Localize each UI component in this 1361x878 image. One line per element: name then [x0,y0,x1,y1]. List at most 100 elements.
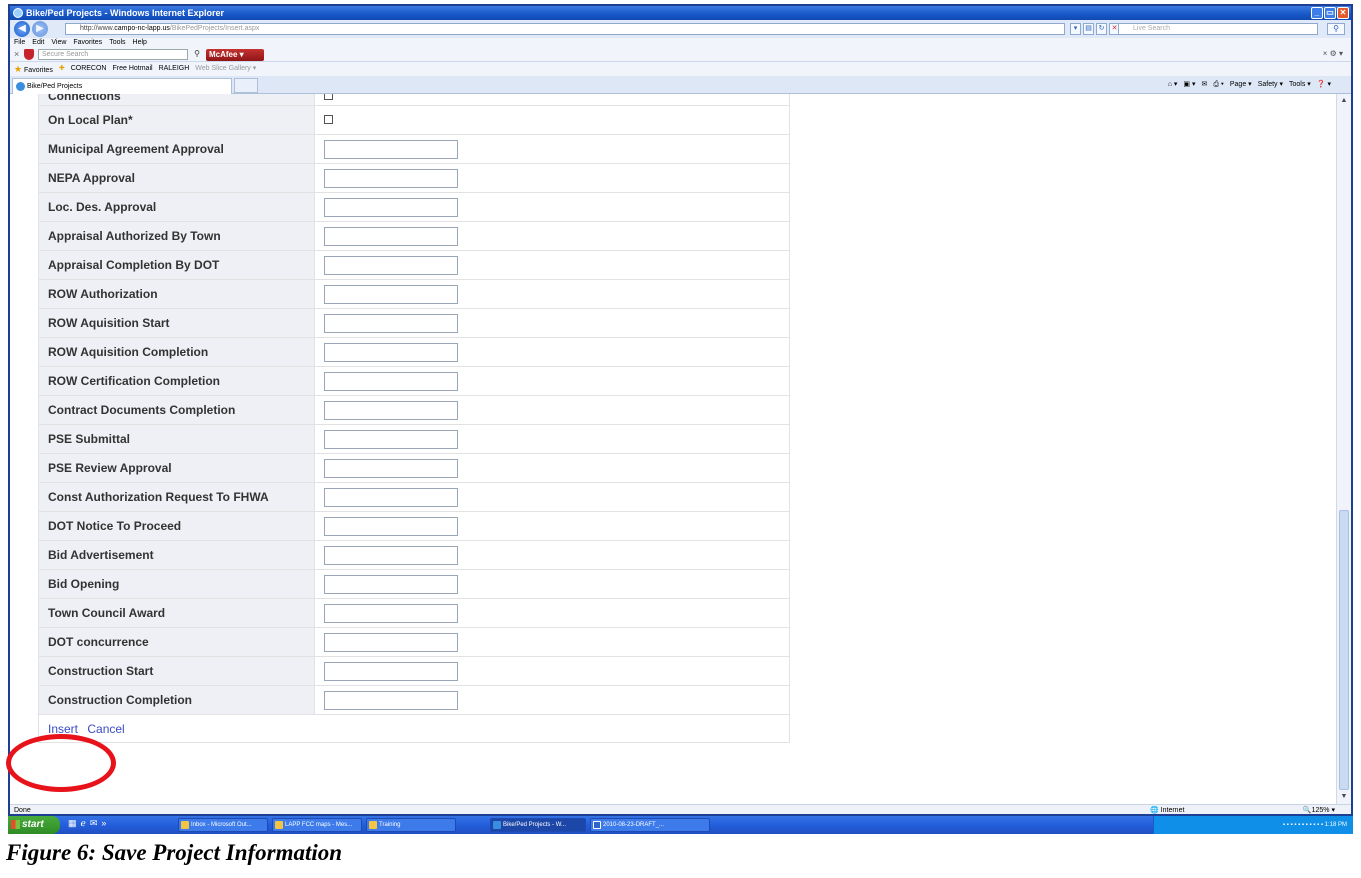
field-cell [313,105,791,135]
mcafee-button[interactable]: McAfee ▾ [206,49,264,61]
mail-icon[interactable]: ✉ [1202,79,1208,91]
search-icon[interactable]: ⚲ [1327,23,1345,35]
close-button[interactable]: ✕ [1337,7,1349,19]
date-input[interactable] [323,313,458,333]
security-zone: 🌐 Internet [1150,805,1184,814]
field-cell [313,540,791,570]
cancel-link[interactable]: Cancel [87,722,124,736]
scroll-down-icon[interactable]: ▼ [1338,791,1350,803]
maximize-button[interactable]: ▭ [1324,7,1336,19]
close-toolbar-icon[interactable]: × [14,49,19,59]
date-input[interactable] [323,371,458,391]
scroll-up-icon[interactable]: ▲ [1338,95,1350,107]
date-input[interactable] [323,168,458,188]
date-input[interactable] [323,226,458,246]
form-row: Contract Documents Completion [38,395,791,425]
new-tab-button[interactable] [234,78,258,93]
favorites-button[interactable]: ★ Favorites [14,62,53,76]
date-input[interactable] [323,458,458,478]
menu-view[interactable]: View [51,38,66,48]
date-input[interactable] [323,603,458,623]
menu-help[interactable]: Help [133,38,147,48]
print-icon[interactable]: ⎙ ▾ [1213,79,1224,91]
on-local-plan-checkbox[interactable] [323,115,333,124]
refresh-icon[interactable]: ↻ [1096,23,1107,35]
date-input[interactable] [323,661,458,681]
desktop-icon[interactable]: ▦ [68,818,77,829]
task-inbox[interactable]: Inbox - Microsoft Out... [178,818,268,832]
expand-icon[interactable]: » [101,818,106,829]
task-bike-ped[interactable]: Bike/Ped Projects - W... [490,818,586,832]
url-path: /BikePedProjects/Insert.aspx [169,25,260,32]
help-icon[interactable]: ❓ ▾ [1317,79,1331,91]
task-draft[interactable]: 2010-08-23-DRAFT_... [590,818,710,832]
date-input[interactable] [323,516,458,536]
form-row: ROW Aquisition Completion [38,337,791,367]
date-input[interactable] [323,574,458,594]
address-bar: ◀ ▶ http://www.campo-nc-lapp.us/BikePedP… [10,20,1351,38]
menu-favorites[interactable]: Favorites [73,38,102,48]
field-cell [313,395,791,425]
status-bar: Done 🌐 Internet 🔍125% ▾ [10,804,1351,814]
field-label: Contract Documents Completion [38,395,315,425]
field-label: PSE Review Approval [38,453,315,483]
connections-checkbox[interactable] [323,94,333,100]
zoom-control[interactable]: 🔍125% ▾ [1303,805,1335,814]
tools-menu[interactable]: Tools ▾ [1289,79,1311,91]
favorite-link-corecon[interactable]: CORECON [71,62,107,76]
home-icon[interactable]: ⌂ ▾ [1168,79,1178,91]
field-label: ROW Certification Completion [38,366,315,396]
date-input[interactable] [323,545,458,565]
search-icon[interactable]: ⚲ [190,49,204,60]
live-search-input[interactable]: Live Search [1118,23,1318,35]
dropdown-icon[interactable]: ▾ [1070,23,1081,35]
date-input[interactable] [323,197,458,217]
page-menu[interactable]: Page ▾ [1230,79,1252,91]
date-input[interactable] [323,690,458,710]
command-bar: ⌂ ▾ ▣ ▾ ✉ ⎙ ▾ Page ▾ Safety ▾ Tools ▾ ❓ … [1168,79,1331,91]
secure-search-input[interactable]: Secure Search [38,49,188,60]
start-button[interactable]: start [8,816,60,834]
back-button[interactable]: ◀ [14,21,30,37]
menu-edit[interactable]: Edit [32,38,44,48]
forward-button[interactable]: ▶ [32,21,48,37]
compat-icon[interactable]: ▤ [1083,23,1094,35]
url-field[interactable]: http://www.campo-nc-lapp.us/BikePedProje… [65,23,1065,35]
favorite-link-raleigh[interactable]: RALEIGH [159,62,190,76]
scroll-thumb[interactable] [1339,510,1349,790]
tray-icons[interactable]: ▪ ▪ ▪ ▪ ▪ ▪ ▪ ▪ ▪ ▪ ▪ [1283,822,1323,828]
date-input[interactable] [323,429,458,449]
outlook-quick-icon[interactable]: ✉ [90,818,98,829]
toolbar-options-icon[interactable]: × ⚙ ▾ [1323,49,1343,58]
date-input[interactable] [323,139,458,159]
task-training[interactable]: Training [366,818,456,832]
feeds-icon[interactable]: ▣ ▾ [1183,79,1195,91]
task-lapp-maps[interactable]: LAPP FCC maps - Mes... [272,818,362,832]
folder-icon [369,821,377,829]
menu-tools[interactable]: Tools [109,38,125,48]
insert-link[interactable]: Insert [48,722,78,736]
field-label: Town Council Award [38,598,315,628]
minimize-button[interactable]: _ [1311,7,1323,19]
date-rows: Municipal Agreement Approval NEPA Approva… [38,134,791,715]
add-favorite-icon[interactable]: ✚ [59,62,65,76]
ie-quick-icon[interactable]: ℯ [81,818,86,829]
date-input[interactable] [323,487,458,507]
date-input[interactable] [323,284,458,304]
project-form: Connections On Local Plan* Municipal Agr… [38,94,791,743]
safety-menu[interactable]: Safety ▾ [1258,79,1283,91]
field-cell [313,163,791,193]
date-input[interactable] [323,342,458,362]
menu-file[interactable]: File [14,38,25,48]
window-controls: _ ▭ ✕ [1311,7,1349,19]
vertical-scrollbar[interactable]: ▲ ▼ [1336,94,1351,804]
web-slice-gallery-link[interactable]: Web Slice Gallery ▾ [195,62,256,76]
date-input[interactable] [323,255,458,275]
form-row: Bid Opening [38,569,791,599]
favorite-link-hotmail[interactable]: Free Hotmail [112,62,152,76]
favorites-label: Favorites [24,67,53,74]
form-row: ROW Authorization [38,279,791,309]
date-input[interactable] [323,632,458,652]
date-input[interactable] [323,400,458,420]
tab-bike-ped-projects[interactable]: Bike/Ped Projects [12,78,232,94]
